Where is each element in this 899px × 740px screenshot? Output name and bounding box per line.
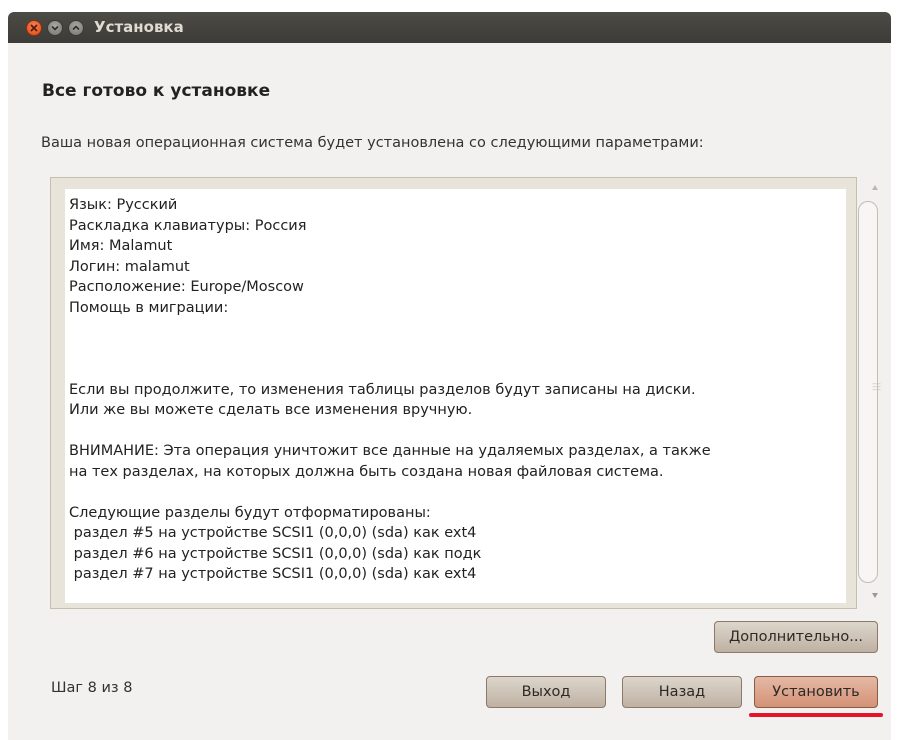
summary-line	[69, 482, 846, 503]
scrollbar-grip-icon: — — —	[872, 379, 881, 395]
summary-line: Если вы продолжите, то изменения таблицы…	[69, 381, 696, 398]
summary-line	[69, 359, 846, 380]
summary-text-area[interactable]: Язык: Русский Раскладка клавиатуры: Росс…	[65, 189, 846, 603]
summary-line: Логин: malamut	[69, 258, 190, 275]
install-button[interactable]: Установить	[754, 676, 878, 708]
installer-window: Установка Все готово к установке Ваша но…	[0, 0, 899, 740]
quit-button[interactable]: Выход	[486, 676, 606, 708]
scroll-down-arrow-icon[interactable]	[872, 593, 878, 598]
maximize-icon[interactable]	[68, 20, 84, 36]
summary-line: ВНИМАНИЕ: Эта операция уничтожит все дан…	[69, 443, 711, 459]
summary-line: Язык: Русский	[69, 197, 178, 213]
title-bar[interactable]: Установка	[8, 12, 891, 43]
summary-line: Имя: Malamut	[69, 238, 173, 254]
summary-line: раздел #7 на устройстве SCSI1 (0,0,0) (s…	[69, 566, 477, 582]
dialog-body: Все готово к установке Ваша новая операц…	[8, 43, 891, 740]
summary-line: Следующие разделы будут отформатированы:	[69, 504, 431, 521]
page-heading: Все готово к установке	[42, 81, 271, 101]
advanced-button[interactable]: Дополнительно...	[714, 621, 878, 653]
scroll-up-arrow-icon[interactable]	[872, 185, 878, 190]
summary-line: Помощь в миграции:	[69, 299, 229, 316]
step-indicator: Шаг 8 из 8	[51, 680, 133, 696]
summary-line	[69, 421, 846, 442]
summary-line	[69, 318, 846, 339]
intro-text: Ваша новая операционная система будет ус…	[41, 135, 704, 151]
summary-line: раздел #5 на устройстве SCSI1 (0,0,0) (s…	[69, 525, 477, 541]
summary-line: Или же вы можете сделать все изменения в…	[69, 402, 473, 418]
summary-line: Расположение: Europe/Moscow	[69, 279, 304, 295]
summary-line: Раскладка клавиатуры: Россия	[69, 217, 307, 234]
summary-line	[69, 339, 846, 360]
minimize-icon[interactable]	[47, 20, 63, 36]
red-underline-annotation	[749, 713, 883, 717]
back-button[interactable]: Назад	[622, 676, 742, 708]
summary-line: раздел #6 на устройстве SCSI1 (0,0,0) (s…	[69, 545, 482, 562]
window-title: Установка	[94, 18, 184, 36]
close-icon[interactable]	[26, 20, 42, 36]
summary-line: на тех разделах, на которых должна быть …	[69, 463, 664, 480]
